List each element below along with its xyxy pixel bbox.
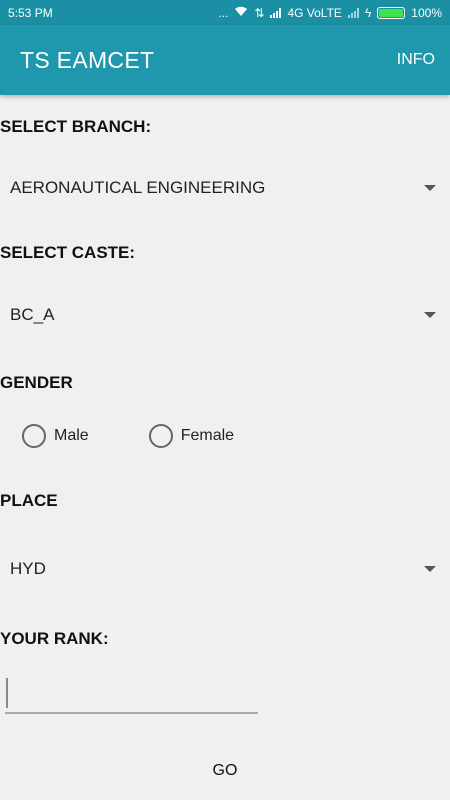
status-time: 5:53 PM xyxy=(8,5,53,20)
battery-percent: 100% xyxy=(411,5,442,20)
app-title: TS EAMCET xyxy=(20,46,155,73)
gender-option-label: Female xyxy=(180,427,235,444)
data-transfer-icon: ⇅ xyxy=(254,5,265,20)
caste-value: BC_A xyxy=(10,305,55,324)
radio-circle-icon xyxy=(22,424,46,448)
go-button[interactable]: GO xyxy=(195,756,255,786)
branch-label: SELECT BRANCH: xyxy=(0,117,152,136)
branch-value: AERONAUTICAL ENGINEERING xyxy=(10,178,266,197)
signal-icon xyxy=(270,7,282,18)
charging-icon: ϟ xyxy=(364,5,372,20)
battery-level xyxy=(379,8,404,17)
signal-icon-2 xyxy=(347,7,359,18)
gender-radio-female[interactable]: Female xyxy=(148,424,235,448)
place-label: PLACE xyxy=(0,491,58,510)
status-bar: 5:53 PM ... ⇅ 4G VoLTE ϟ 100% xyxy=(0,0,450,25)
gender-option-label: Male xyxy=(54,427,89,444)
place-spinner[interactable]: HYD xyxy=(10,551,440,587)
battery-icon xyxy=(377,6,406,19)
network-label: 4G VoLTE xyxy=(287,5,342,20)
info-button[interactable]: INFO xyxy=(397,51,435,69)
dropdown-arrow-icon xyxy=(424,185,436,191)
caste-spinner[interactable]: BC_A xyxy=(10,297,440,333)
gender-radio-male[interactable]: Male xyxy=(22,424,89,448)
radio-circle-icon xyxy=(148,424,173,448)
status-icons: ... ⇅ 4G VoLTE ϟ 100% xyxy=(218,6,442,20)
rank-input[interactable] xyxy=(5,676,258,714)
dropdown-arrow-icon xyxy=(424,312,436,318)
branch-spinner[interactable]: AERONAUTICAL ENGINEERING xyxy=(10,170,440,206)
dropdown-arrow-icon xyxy=(424,566,436,572)
text-cursor xyxy=(6,678,8,708)
rank-label: YOUR RANK: xyxy=(0,629,109,648)
wifi-icon xyxy=(234,6,248,20)
gender-label: GENDER xyxy=(0,373,73,392)
place-value: HYD xyxy=(10,559,46,578)
gender-radio-group: Male Female xyxy=(22,424,234,448)
status-dots: ... xyxy=(218,5,229,20)
caste-label: SELECT CASTE: xyxy=(0,243,136,262)
app-bar: TS EAMCET INFO xyxy=(0,25,450,95)
